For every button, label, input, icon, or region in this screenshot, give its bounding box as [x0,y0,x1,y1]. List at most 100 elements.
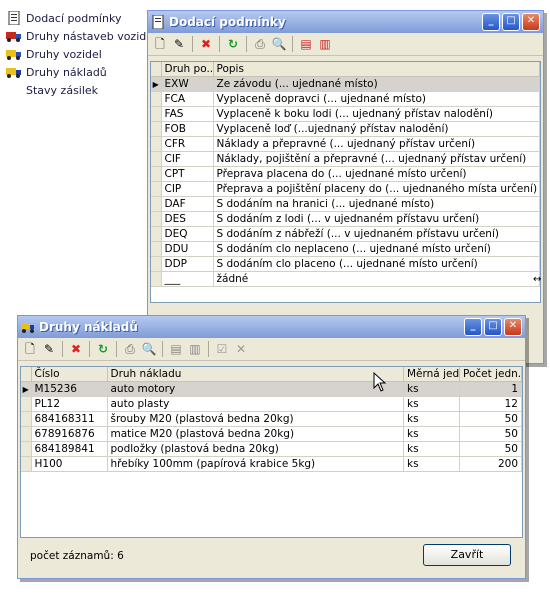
column-header[interactable]: Počet jedn... [459,367,522,382]
report-detail-icon[interactable]: ▥ [317,36,333,52]
titlebar[interactable]: Druhy nákladů _ □ ✕ [18,316,525,338]
truck-blue-icon [6,65,22,79]
window-document-icon [151,14,165,30]
table-row[interactable]: ▶ EXW Ze závodu (... ujednané místo) [151,76,540,92]
print-icon[interactable]: ⎙ [122,341,138,357]
cell-code: DDU [161,241,214,257]
toolbar-separator [89,341,90,357]
edit-record-icon[interactable]: ✎ [41,341,57,357]
tree-item-druhy-nastaveb[interactable]: Druhy nástaveb vozidel [6,27,156,45]
new-record-icon[interactable]: 🗋 [22,341,38,357]
cancel-icon[interactable]: ✕ [233,341,249,357]
cell-desc: Ze závodu (... ujednané místo) [213,76,540,92]
cell-desc: S dodáním z nábřeží (... v ujednaném pří… [213,226,540,242]
table-row[interactable]: CPT Přeprava placena do (... ujednané mís… [151,166,540,182]
tree-item-label: Druhy nákladů [26,65,107,79]
column-header[interactable]: Měrná jed... [403,367,460,382]
table-row[interactable]: ▶ M15236 auto motory ks 1 [21,381,522,397]
print-icon[interactable]: ⎙ [252,36,268,52]
cell-pocet: 50 [459,426,522,442]
window-dodaci-podminky: Dodací podmínky _ □ ✕ 🗋 ✎ ✖ ↻ ⎙ 🔍 ▤ ▥ Dr… [147,10,544,364]
table-row[interactable]: DDU S dodáním clo neplaceno (... ujednané… [151,241,540,257]
table-row[interactable]: FAS Vyplaceně k boku lodi (... ujednaný p… [151,106,540,122]
table-row[interactable]: DAF S dodáním na hranici (... ujednané mí… [151,196,540,212]
row-indicator-icon: ▶ [151,76,162,92]
cell-desc: Přeprava a pojištění placeny do (... uje… [213,181,540,197]
delete-icon[interactable]: ✖ [68,341,84,357]
check-icon[interactable]: ☑ [214,341,230,357]
tree-item-dodaci-podminky[interactable]: Dodací podmínky [6,9,146,27]
report-detail-icon[interactable]: ▥ [187,341,203,357]
refresh-icon[interactable]: ↻ [225,36,241,52]
row-indicator [151,121,162,137]
toolbar-separator [246,36,247,52]
window-truck-icon [21,320,35,334]
maximize-button[interactable]: □ [484,318,502,336]
table-row[interactable]: 678916876 matice M20 (plastová bedna 20kg… [21,426,522,442]
tree-item-druhy-nakladu[interactable]: Druhy nákladů [6,63,146,81]
grid-druhy-nakladu[interactable]: Číslo Druh nákladu Měrná jed... Počet je… [20,366,523,538]
column-header[interactable]: Druh nákladu [107,367,404,382]
edit-record-icon[interactable]: ✎ [171,36,187,52]
minimize-button[interactable]: _ [464,318,482,336]
cell-druh: podložky (plastová bedna 20kg) [107,441,404,457]
cell-code: DES [161,211,214,227]
table-row[interactable]: 684189841 podložky (plastová bedna 20kg) k… [21,441,522,457]
row-indicator [151,91,162,107]
table-row[interactable]: DEQ S dodáním z nábřeží (... v ujednaném … [151,226,540,242]
close-window-button[interactable]: Zavřít [423,544,511,566]
cell-mj: ks [403,441,460,457]
preview-icon[interactable]: 🔍 [271,36,287,52]
cell-cislo: PL12 [31,396,108,412]
refresh-icon[interactable]: ↻ [95,341,111,357]
table-row[interactable]: DDP S dodáním clo placeno (... ujednané m… [151,256,540,272]
grid-dodaci-podminky[interactable]: Druh po... Popis ▶ EXW Ze závodu (... ujed… [150,61,541,303]
tree-item-label: Druhy nástaveb vozidel [26,29,157,43]
document-icon [6,10,22,26]
close-button[interactable]: ✕ [522,13,540,31]
column-header[interactable]: Druh po... [161,62,214,77]
cell-mj: ks [403,381,460,397]
row-indicator [21,456,32,472]
tree-item-druhy-vozidel[interactable]: Druhy vozidel [6,45,146,63]
toolbar: 🗋 ✎ ✖ ↻ ⎙ 🔍 ▤ ▥ [148,33,543,56]
minimize-button[interactable]: _ [482,13,500,31]
cell-code: EXW [161,76,214,92]
maximize-button[interactable]: □ [502,13,520,31]
table-row[interactable]: FOB Vyplaceně loď (...ujednaný přístav na… [151,121,540,137]
cell-druh: šrouby M20 (plastová bedna 20kg) [107,411,404,427]
new-record-icon[interactable]: 🗋 [152,36,168,52]
report-icon[interactable]: ▤ [298,36,314,52]
column-header[interactable]: Popis [213,62,540,77]
table-row[interactable]: H100 hřebíky 100mm (papírová krabice 5kg)… [21,456,522,472]
table-row[interactable]: DES S dodáním z lodi (... v ujednaném pří… [151,211,540,227]
cell-code: CPT [161,166,214,182]
report-icon[interactable]: ▤ [168,341,184,357]
table-row[interactable]: PL12 auto plasty ks 12 [21,396,522,412]
row-indicator [151,226,162,242]
tree-item-stavy-zasilek[interactable]: Stavy zásilek [6,81,146,99]
table-row[interactable]: ___ žádné [151,271,540,287]
table-row[interactable]: CIP Přeprava a pojištění placeny do (... … [151,181,540,197]
cell-cislo: H100 [31,456,108,472]
cell-code: CIP [161,181,214,197]
record-count-label: počet záznamů: [30,550,114,562]
table-row[interactable]: CIF Náklady, pojištění a přepravné (... u… [151,151,540,167]
preview-icon[interactable]: 🔍 [141,341,157,357]
table-row[interactable]: FCA Vyplaceně dopravci (... ujednané míst… [151,91,540,107]
toolbar-separator [292,36,293,52]
delete-icon[interactable]: ✖ [198,36,214,52]
titlebar[interactable]: Dodací podmínky _ □ ✕ [148,11,543,33]
column-header[interactable]: Číslo [31,367,108,382]
close-button[interactable]: ✕ [504,318,522,336]
table-row[interactable]: CFR Náklady a přepravné (... ujednaný pří… [151,136,540,152]
navigation-tree: Dodací podmínky Druhy nástaveb vozidel D… [6,9,156,99]
table-row[interactable]: 684168311 šrouby M20 (plastová bedna 20kg… [21,411,522,427]
row-indicator [21,426,32,442]
empty-icon [6,83,22,97]
cell-desc: S dodáním clo placeno (... ujednané míst… [213,256,540,272]
cell-mj: ks [403,411,460,427]
row-indicator-icon: ▶ [21,381,32,397]
resize-arrow-icon[interactable]: ↔ [533,274,541,285]
row-indicator [21,411,32,427]
